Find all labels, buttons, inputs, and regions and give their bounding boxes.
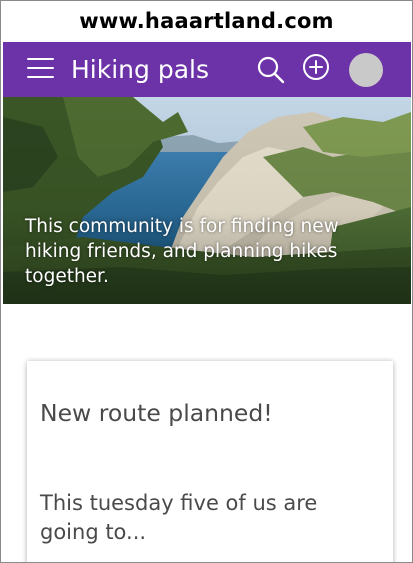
community-title: Hiking pals (71, 55, 209, 84)
url-text: www.haaartland.com (79, 9, 334, 33)
add-circle-icon[interactable] (302, 53, 330, 81)
browser-address-bar[interactable]: www.haaartland.com (1, 1, 412, 41)
avatar[interactable] (349, 53, 383, 87)
hamburger-menu-icon[interactable] (27, 58, 54, 80)
app-bar: Hiking pals (3, 42, 411, 97)
hero-banner: This community is for finding new hiking… (3, 97, 411, 304)
phone-frame: www.haaartland.com Hiking pals This comm… (0, 0, 413, 563)
post-title: New route planned! (40, 399, 273, 427)
post-excerpt: This tuesday five of us are going to... (40, 491, 318, 544)
search-icon[interactable] (256, 55, 286, 85)
post-card[interactable]: New route planned! This tuesday five of … (27, 361, 393, 562)
community-description: This community is for finding new hiking… (25, 216, 339, 287)
